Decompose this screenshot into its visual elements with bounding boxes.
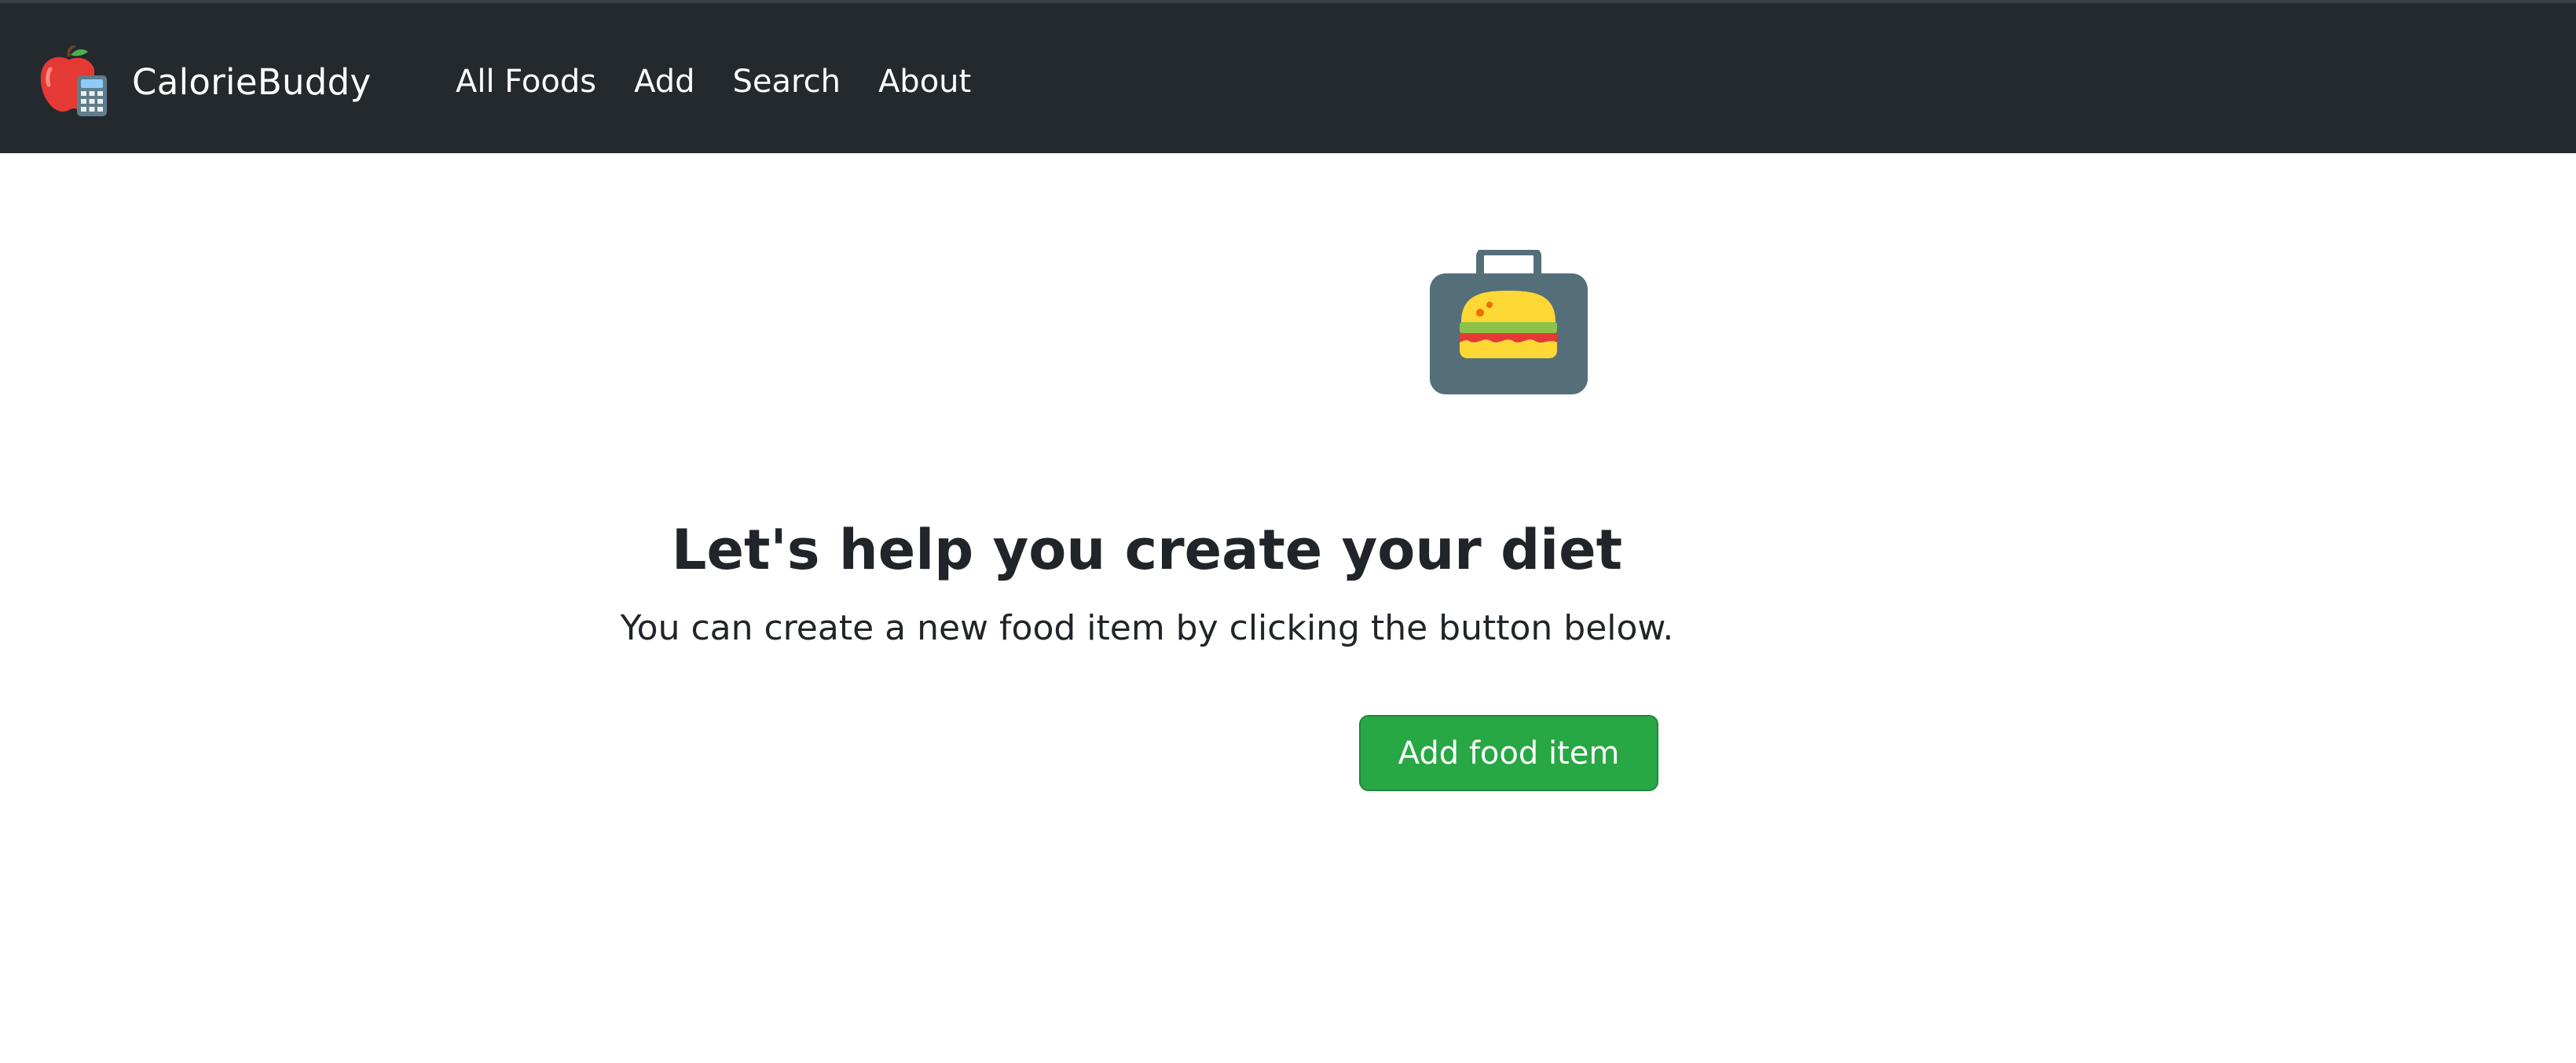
add-food-item-button[interactable]: Add food item [1359, 715, 1658, 791]
nav-links: All Foods Add Search About [456, 60, 1009, 104]
lunchbox-burger-icon [1430, 250, 1588, 394]
brand-name: CalorieBuddy [132, 60, 372, 103]
nav-link-about[interactable]: About [878, 64, 971, 100]
page-title: Let's help you create your diet [671, 518, 1623, 582]
apple-calculator-icon [40, 46, 107, 116]
page-subtitle: You can create a new food item by clicki… [620, 608, 1674, 648]
navbar: CalorieBuddy All Foods Add Search About [0, 0, 2576, 153]
nav-link-add[interactable]: Add [634, 64, 694, 100]
brand-link[interactable]: CalorieBuddy [39, 46, 371, 118]
nav-link-all-foods[interactable]: All Foods [456, 64, 596, 100]
nav-link-search[interactable]: Search [733, 64, 841, 100]
